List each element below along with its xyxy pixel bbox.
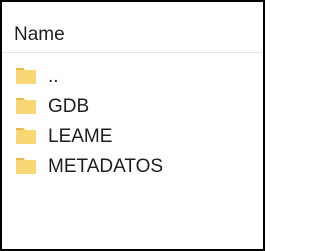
file-list-panel: Name .. GDB LEAME METADATOS [0, 0, 265, 251]
list-item-label: METADATOS [48, 156, 164, 177]
list-item-label: GDB [48, 96, 90, 117]
name-column-header[interactable]: Name [14, 25, 65, 44]
list-item-parent-folder[interactable]: .. [2, 60, 263, 90]
list-item-metadatos[interactable]: METADATOS [2, 150, 263, 180]
column-header[interactable]: Name [2, 2, 263, 53]
list-item-leame[interactable]: LEAME [2, 120, 263, 150]
folder-icon [14, 63, 38, 87]
list-item-gdb[interactable]: GDB [2, 90, 263, 120]
folder-icon [14, 93, 38, 117]
folder-icon [14, 123, 38, 147]
list-item-label: LEAME [48, 126, 113, 147]
list-item-label: .. [48, 66, 59, 87]
folder-icon [14, 153, 38, 177]
file-list: .. GDB LEAME METADATOS [2, 60, 263, 180]
